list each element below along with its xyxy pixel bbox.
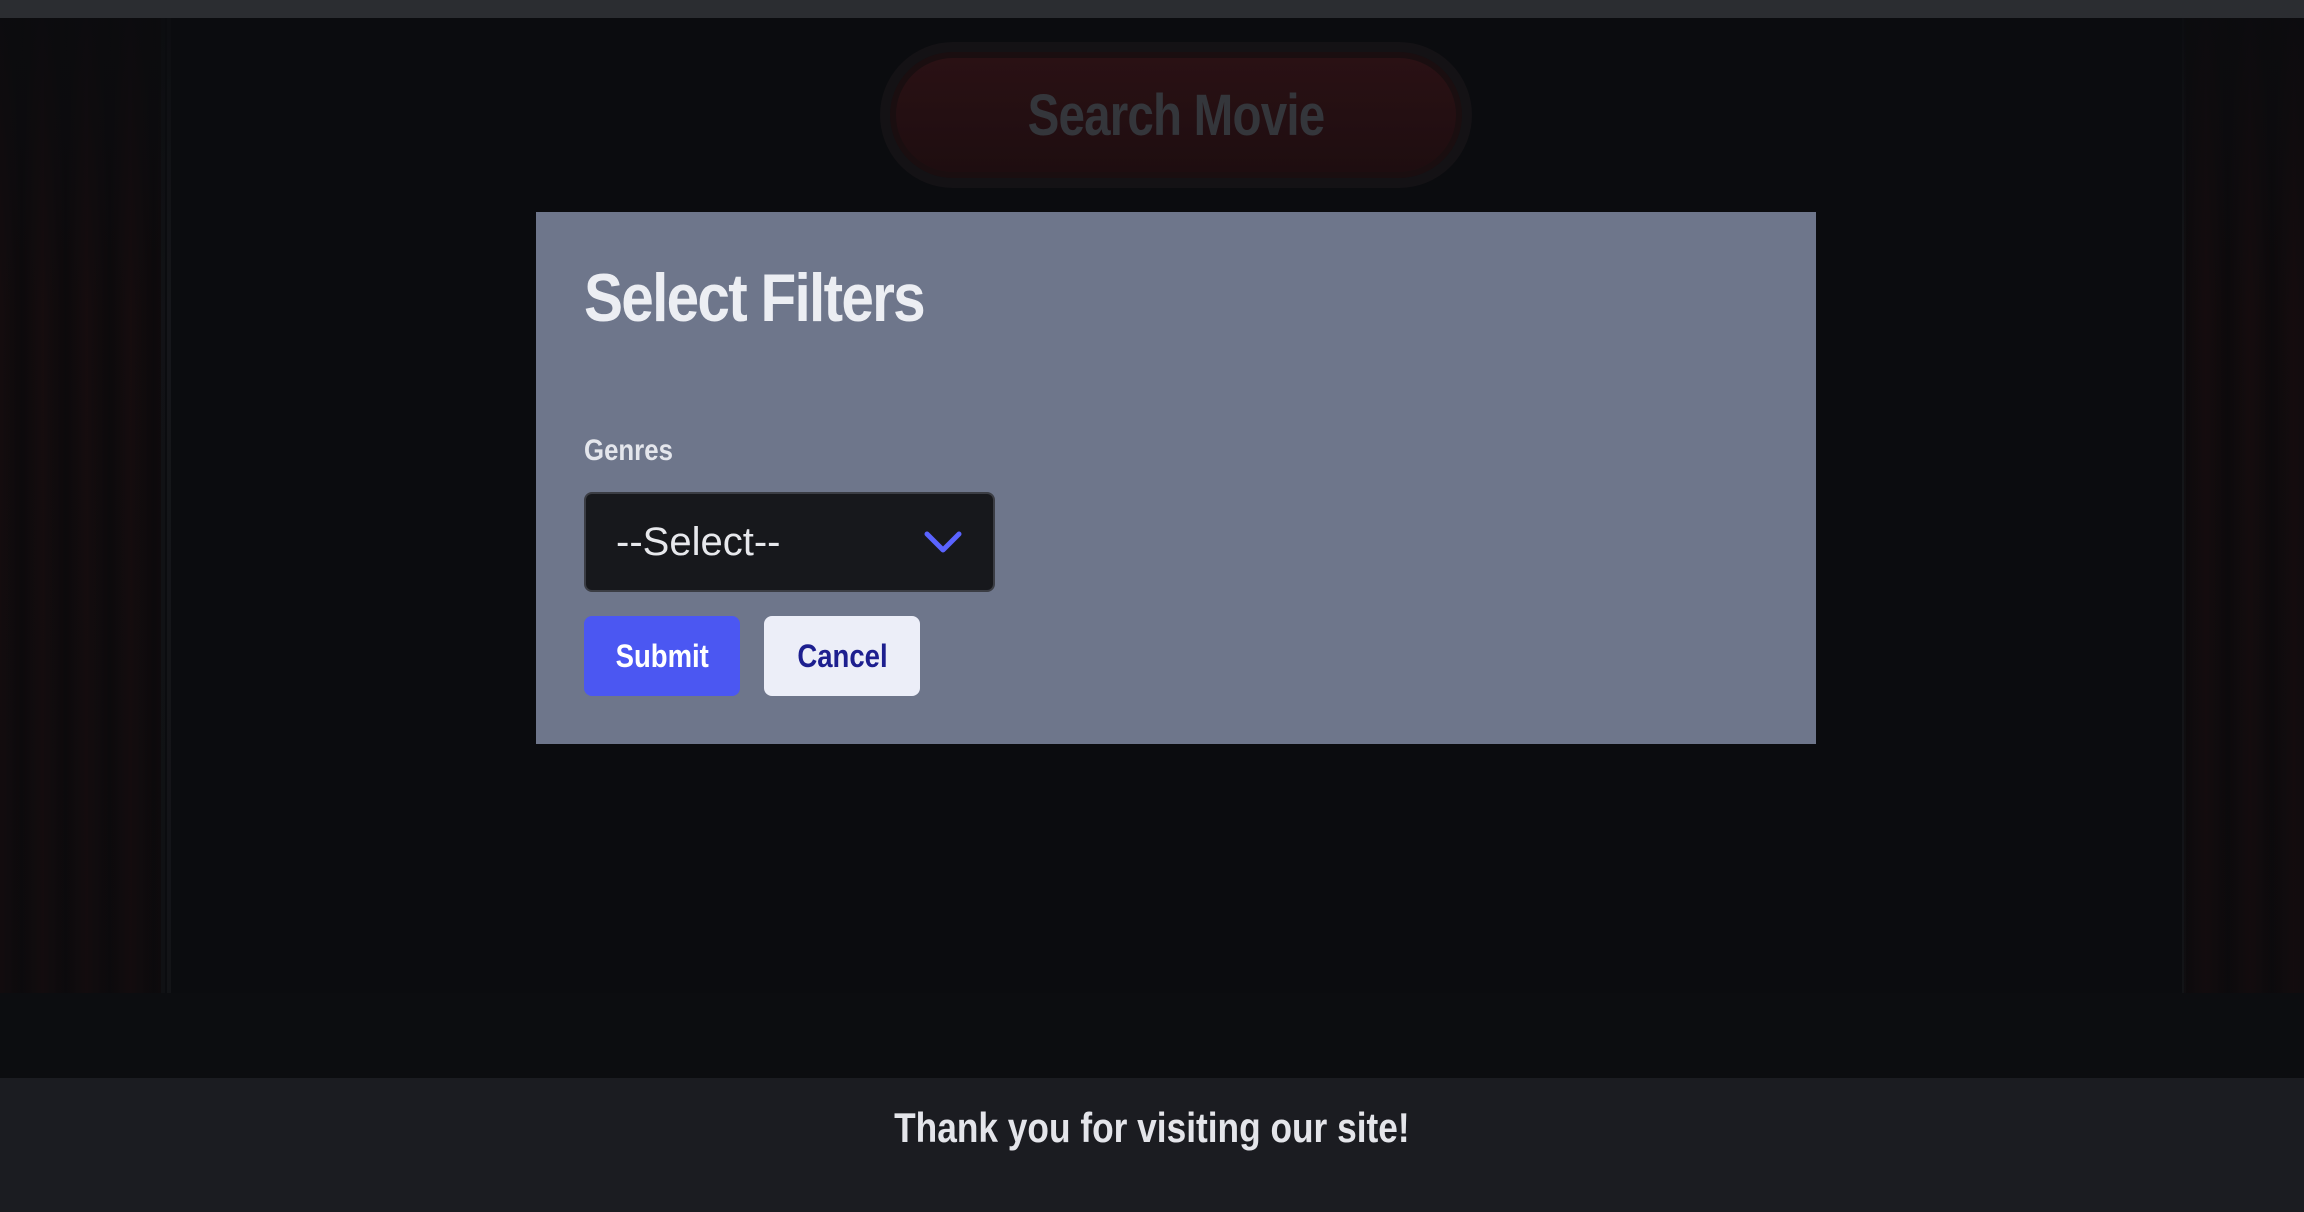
submit-button[interactable]: Submit xyxy=(584,616,740,696)
cancel-button[interactable]: Cancel xyxy=(764,616,920,696)
right-curtain xyxy=(2184,18,2304,993)
footer: Thank you for visiting our site! xyxy=(0,1078,2304,1212)
search-movie-button[interactable]: Search Movie xyxy=(880,42,1472,188)
chevron-down-icon xyxy=(923,522,963,562)
submit-button-label: Submit xyxy=(615,637,709,674)
modal-actions: Submit Cancel xyxy=(584,616,920,696)
modal-title: Select Filters xyxy=(584,260,926,336)
genres-select[interactable]: --Select-- xyxy=(584,492,995,592)
filters-modal: Select Filters Genres --Select-- Submit … xyxy=(536,212,1816,744)
left-curtain xyxy=(0,18,171,993)
footer-message: Thank you for visiting our site! xyxy=(894,1104,1410,1151)
cancel-button-label: Cancel xyxy=(796,637,888,674)
genres-label: Genres xyxy=(584,434,673,467)
genres-select-value: --Select-- xyxy=(616,519,781,564)
search-movie-label: Search Movie xyxy=(1027,82,1326,148)
browser-top-bar xyxy=(0,0,2304,18)
